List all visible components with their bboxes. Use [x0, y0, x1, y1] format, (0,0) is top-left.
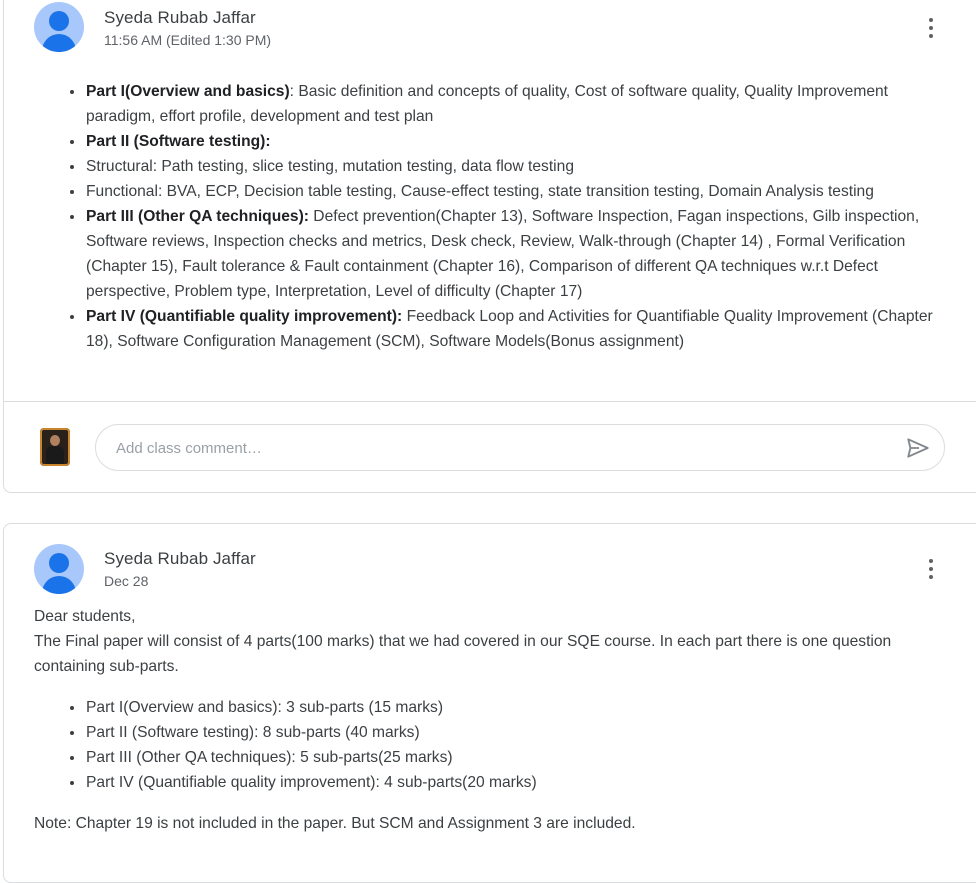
- list-item: Part III (Other QA techniques): 5 sub-pa…: [85, 745, 936, 770]
- list-item: Part III (Other QA techniques): Defect p…: [85, 204, 936, 304]
- list-item: Part II (Software testing): 8 sub-parts …: [85, 720, 936, 745]
- list-item: Part IV (Quantifiable quality improvemen…: [85, 304, 936, 354]
- send-icon[interactable]: [904, 435, 932, 461]
- post-author-name: Syeda Rubab Jaffar: [104, 8, 256, 27]
- post-card-1: Syeda Rubab Jaffar 11:56 AM (Edited 1:30…: [3, 0, 976, 493]
- post-card-2: Syeda Rubab Jaffar Dec 28 Dear students,…: [3, 523, 976, 883]
- post-intro: The Final paper will consist of 4 parts(…: [34, 633, 892, 675]
- marks-breakdown-list: Part I(Overview and basics): 3 sub-parts…: [66, 695, 936, 795]
- more-options-icon[interactable]: [919, 555, 943, 583]
- list-item: Part I(Overview and basics): 3 sub-parts…: [85, 695, 936, 720]
- more-options-icon[interactable]: [919, 14, 943, 42]
- post-timestamp: Dec 28: [104, 573, 149, 589]
- list-item: Structural: Path testing, slice testing,…: [85, 154, 936, 179]
- class-comment-box[interactable]: [95, 424, 945, 471]
- post-author-name: Syeda Rubab Jaffar: [104, 549, 256, 568]
- author-avatar-icon[interactable]: [34, 544, 84, 594]
- post-note: Note: Chapter 19 is not included in the …: [34, 815, 636, 832]
- comment-divider: [4, 401, 976, 402]
- current-user-avatar: [40, 428, 70, 466]
- course-parts-list: Part I(Overview and basics): Basic defin…: [66, 79, 936, 354]
- list-item: Part I(Overview and basics): Basic defin…: [85, 79, 936, 129]
- author-avatar-icon[interactable]: [34, 2, 84, 52]
- class-comment-input[interactable]: [114, 437, 874, 459]
- list-item: Functional: BVA, ECP, Decision table tes…: [85, 179, 936, 204]
- post-greeting: Dear students,: [34, 608, 136, 625]
- post-timestamp: 11:56 AM (Edited 1:30 PM): [104, 32, 272, 48]
- list-item: Part II (Software testing):: [85, 129, 936, 154]
- list-item: Part IV (Quantifiable quality improvemen…: [85, 770, 936, 795]
